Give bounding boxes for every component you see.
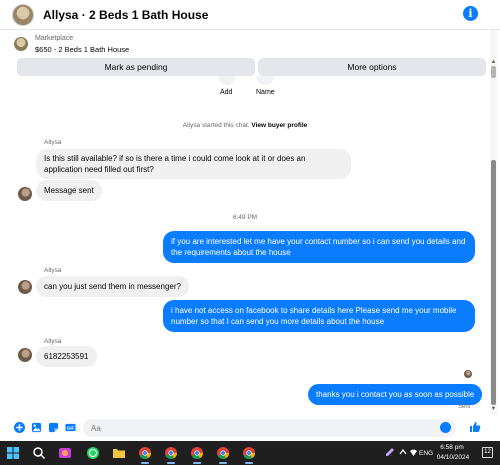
language-indicator[interactable]: ENG [419,450,433,457]
chat-started-note: Allysa started this chat. View buyer pro… [0,122,490,129]
message-bubble-outgoing[interactable]: thanks you i contact you as soon as poss… [308,384,483,405]
message-bubble-incoming[interactable]: can you just send them in messenger? [36,276,189,297]
add-icon[interactable] [218,76,236,85]
contact-avatar[interactable] [18,280,32,294]
contact-avatar[interactable] [18,348,32,362]
chrome-icon[interactable] [190,446,204,460]
windows-start-icon[interactable] [6,446,20,460]
search-icon[interactable] [32,446,46,460]
conversation-title[interactable]: Allysa · 2 Beds 1 Bath House [43,8,208,22]
mark-as-pending-button[interactable]: Mark as pending [17,58,255,76]
sender-name: Allysa [44,338,62,345]
chrome-icon[interactable] [164,446,178,460]
scrollbar-thumb-secondary[interactable] [491,66,496,78]
message-list[interactable]: Add Name Allysa started this chat. View … [0,76,490,416]
plus-icon[interactable] [14,422,25,433]
message-bubble-outgoing[interactable]: if you are interested let me have your c… [163,231,475,263]
seen-avatar [464,370,472,378]
chevron-up-icon[interactable] [399,448,407,456]
photos-icon[interactable] [58,446,72,460]
scrollbar-thumb[interactable] [491,160,496,405]
emoji-icon[interactable] [440,422,451,433]
chrome-icon[interactable] [138,446,152,460]
name-icon[interactable] [256,76,274,85]
name-label[interactable]: Name [256,89,275,96]
whatsapp-icon[interactable] [86,446,100,460]
sender-name: Allysa [44,139,62,146]
view-buyer-profile-link[interactable]: View buyer profile [251,122,307,129]
chrome-icon[interactable] [242,446,256,460]
listing-avatar[interactable] [12,4,34,26]
windows-taskbar: ENG 6:58 pm 04/10/2024 12 [0,441,500,465]
message-bubble-outgoing[interactable]: i have not access on facebook to share d… [163,300,475,332]
scroll-down-icon[interactable]: ▼ [490,405,497,413]
conversation-header: Allysa · 2 Beds 1 Bath House i [0,0,500,30]
sender-name: Allysa [44,267,62,274]
message-status: Sent [458,404,471,410]
chrome-active-indicator [167,462,175,464]
chrome-active-indicator [141,462,149,464]
add-label[interactable]: Add [220,89,232,96]
info-icon[interactable]: i [463,6,478,21]
message-bubble-incoming[interactable]: 6182253591 [36,346,97,367]
message-input[interactable] [83,419,456,437]
like-icon[interactable] [469,421,481,433]
listing-context: Marketplace [35,35,74,42]
chat-started-text: Allysa started this chat. [182,122,250,129]
message-bubble-incoming[interactable]: Message sent [36,180,102,201]
wifi-icon[interactable] [409,448,418,457]
taskbar-time[interactable]: 6:58 pm [437,444,467,451]
contact-avatar[interactable] [18,187,32,201]
more-options-button[interactable]: More options [258,58,486,76]
chrome-active-indicator [245,462,253,464]
image-icon[interactable] [31,422,42,433]
taskbar-date[interactable]: 04/10/2024 [435,454,471,461]
svg-text:GIF: GIF [67,426,75,431]
notification-icon[interactable]: 12 [482,447,493,458]
listing-thumbnail [14,37,28,51]
time-divider: 6:49 PM [232,214,258,221]
pen-icon[interactable] [385,447,395,457]
listing-summary[interactable]: Marketplace $650 - 2 Beds 1 Bath House [0,31,500,57]
sticker-icon[interactable] [48,422,59,433]
messenger-window: Allysa · 2 Beds 1 Bath House i Marketpla… [0,0,500,465]
composer-bar: GIF [0,416,490,440]
listing-description: $650 - 2 Beds 1 Bath House [35,45,130,54]
chrome-active-indicator [219,462,227,464]
chrome-icon[interactable] [216,446,230,460]
gif-icon[interactable]: GIF [65,422,76,433]
message-bubble-incoming[interactable]: Is this still available? if so is there … [36,149,351,179]
file-explorer-icon[interactable] [112,446,126,460]
scroll-up-icon[interactable]: ▲ [490,58,497,66]
chrome-active-indicator [193,462,201,464]
